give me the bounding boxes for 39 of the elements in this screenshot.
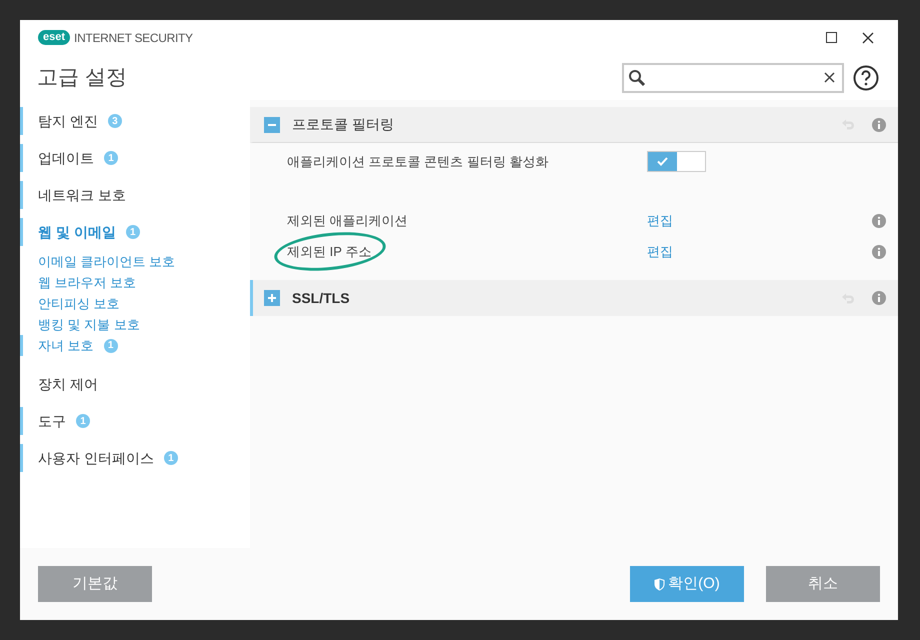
edit-link[interactable]: 편집 bbox=[647, 210, 673, 230]
search-icon bbox=[628, 68, 646, 86]
count-badge: 3 bbox=[108, 114, 122, 128]
search-field[interactable] bbox=[622, 62, 844, 92]
product-name: INTERNET SECURITY bbox=[74, 30, 193, 46]
count-badge: 1 bbox=[126, 225, 140, 239]
info-icon[interactable] bbox=[872, 214, 886, 228]
setting-label: 애플리케이션 프로토콜 콘텐츠 필터링 활성화 bbox=[287, 152, 550, 171]
default-button[interactable]: 기본값 bbox=[38, 566, 152, 602]
setting-label: 제외된 IP 주소 bbox=[287, 242, 372, 261]
count-badge: 1 bbox=[104, 151, 118, 165]
section-header[interactable]: SSL/TLS bbox=[250, 280, 898, 316]
count-badge: 1 bbox=[104, 338, 118, 352]
cancel-button[interactable]: 취소 bbox=[766, 566, 880, 602]
count-badge: 1 bbox=[164, 451, 178, 465]
sidebar-subitem[interactable]: 안티피싱 보호 bbox=[20, 293, 250, 314]
check-icon bbox=[657, 157, 668, 166]
info-icon[interactable] bbox=[872, 244, 886, 258]
collapse-icon[interactable] bbox=[264, 116, 280, 132]
shield-icon bbox=[654, 578, 666, 590]
page-title: 고급 설정 bbox=[37, 64, 127, 91]
logo: eset bbox=[38, 30, 70, 45]
count-badge: 1 bbox=[76, 414, 90, 428]
sidebar-subitem[interactable]: 웹 브라우저 보호 bbox=[20, 272, 250, 293]
clear-icon[interactable] bbox=[824, 72, 835, 83]
sidebar-subitem[interactable]: 뱅킹 및 지불 보호 bbox=[20, 314, 250, 335]
expand-icon[interactable] bbox=[264, 290, 280, 306]
setting-label: 제외된 애플리케이션 bbox=[287, 212, 409, 230]
help-icon[interactable] bbox=[853, 64, 879, 90]
sidebar-subitem[interactable]: 이메일 클라이언트 보호 bbox=[20, 251, 250, 272]
close-icon[interactable] bbox=[862, 32, 874, 44]
section-header[interactable]: 프로토콜 필터링 bbox=[250, 107, 898, 143]
toggle-switch[interactable] bbox=[647, 151, 706, 172]
edit-link[interactable]: 편집 bbox=[647, 242, 673, 262]
ok-button[interactable]: 확인(O) bbox=[630, 566, 744, 602]
info-icon[interactable] bbox=[872, 118, 886, 132]
info-icon[interactable] bbox=[872, 291, 886, 305]
sidebar-item[interactable]: 장치 제어 bbox=[20, 370, 250, 398]
maximize-icon[interactable] bbox=[826, 32, 837, 43]
